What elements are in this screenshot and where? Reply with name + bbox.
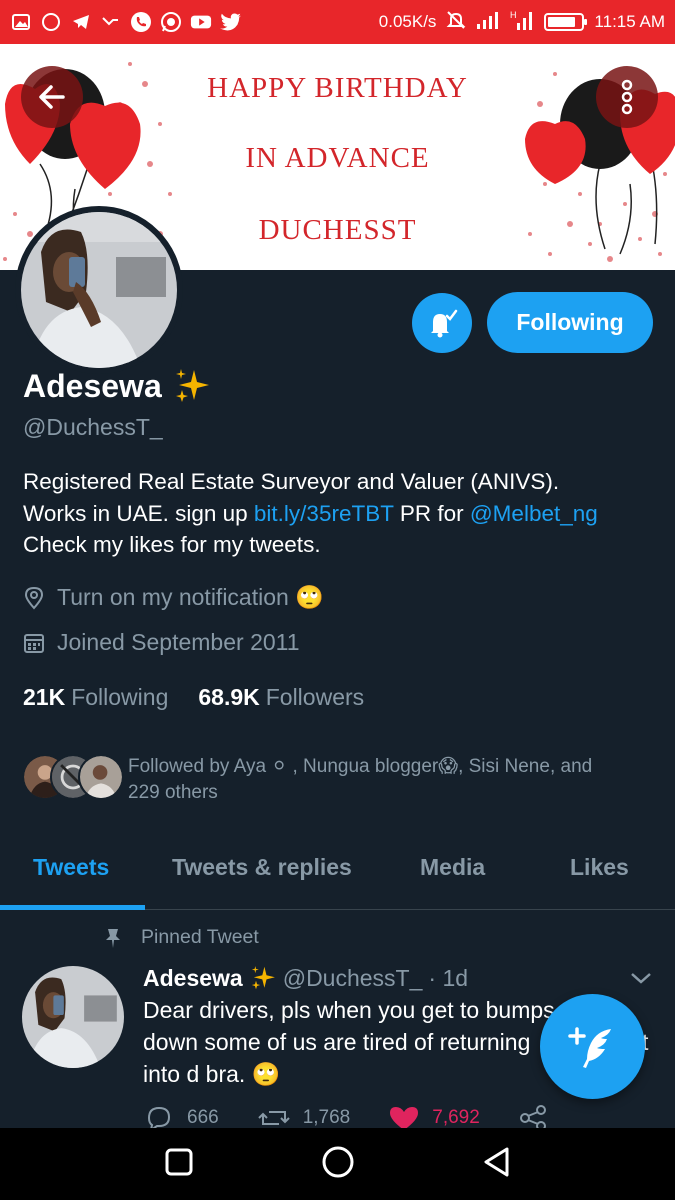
missed-call-icon [100,11,122,33]
tweet-author-avatar[interactable] [22,966,124,1068]
avatar-photo [21,212,177,368]
calendar-icon [24,633,44,653]
followers-count-link[interactable]: 68.9K Followers [198,684,364,711]
following-count: 21K [23,684,66,710]
tab-likes[interactable]: Likes [570,854,629,881]
circle-icon [322,1146,353,1177]
network-speed: 0.05K/s [378,12,437,31]
tweet-author-handle: @DuchessT_ [282,964,423,991]
retweet-count: 1,768 [302,1107,351,1128]
pinned-label: Pinned Tweet [103,926,259,949]
tab-media[interactable]: Media [420,854,485,881]
profile-tabs: Tweets Tweets & replies Media Likes [0,830,675,910]
signal-icon [476,10,500,35]
gallery-icon [10,11,32,33]
compose-tweet-button[interactable] [540,994,645,1099]
twitter-icon [220,11,242,33]
youtube-icon [190,11,212,33]
tweet-author-name[interactable]: Adesewa [143,965,243,992]
phone-icon [130,11,152,33]
tab-tweets-replies[interactable]: Tweets & replies [172,854,352,881]
recents-button[interactable] [164,1147,194,1182]
pin-icon [106,928,120,948]
followed-by-text: Followed by Aya ⚪ , Nungua blogger😱, Sis… [128,754,648,806]
reply-count: 666 [187,1107,219,1128]
tweet-header: Adesewa @DuchessT_ · 1d [143,964,468,992]
follow-counts: 21K Following 68.9K Followers [23,684,364,711]
profile-joined: Joined September 2011 [23,629,300,656]
notification-icons [10,11,242,33]
location-text: Turn on my notification 🙄 [57,584,324,610]
profile-handle: @DuchessT_ [23,414,163,440]
bio-text: PR for [393,500,470,526]
bio-line-3: Check my likes for my tweets. [23,532,321,557]
arrow-left-icon [39,85,65,109]
battery-icon [544,13,588,31]
avatar [78,754,124,800]
home-button[interactable] [321,1145,355,1184]
chat-icon [40,11,62,33]
bio-line-2: Works in UAE. sign up bit.ly/35reTBT PR … [23,498,663,530]
whatsapp-icon [160,11,182,33]
avatar-photo [22,966,124,1068]
clock: 11:15 AM [594,12,665,31]
back-button[interactable] [21,66,83,128]
square-icon [165,1148,192,1175]
display-name: Adesewa [23,367,162,404]
following-button[interactable]: Following [487,292,653,353]
status-bar: 0.05K/s H 11:15 AM [0,0,675,44]
followed-by-line-1: Followed by Aya ⚪ , Nungua blogger😱, Sis… [128,756,593,777]
following-count-link[interactable]: 21K Following [23,684,168,711]
more-options-button[interactable] [596,66,658,128]
svg-text:H: H [510,10,517,20]
telegram-icon [70,11,92,33]
profile-avatar[interactable] [15,206,183,374]
banner-line-1: HAPPY BIRTHDAY [207,72,468,104]
chevron-down-icon [631,973,651,984]
tab-tweets[interactable]: Tweets [33,854,109,881]
bell-check-icon [431,309,458,338]
more-vertical-icon [621,79,633,115]
location-pin-icon [24,586,44,610]
signal-h-icon: H [510,9,534,36]
bio-link[interactable]: bit.ly/35reTBT [254,501,394,526]
bio-mention[interactable]: @Melbet_ng [470,501,598,526]
tweet-time: · 1d [428,964,469,991]
notification-bell-button[interactable] [412,293,472,353]
sparkles-emoji [172,366,212,406]
like-count: 7,692 [432,1107,480,1128]
pinned-text: Pinned Tweet [141,926,259,948]
mute-icon [446,10,466,35]
followed-by-avatars [22,754,124,802]
sparkles-emoji [249,964,277,992]
triangle-back-icon [484,1147,508,1176]
compose-feather-icon [567,1026,611,1068]
profile-bio: Registered Real Estate Surveyor and Valu… [23,466,663,561]
bio-text: Works in UAE. sign up [23,500,254,526]
joined-text: Joined September 2011 [57,629,300,655]
followers-label: Followers [265,684,365,710]
tweet-menu-button[interactable] [628,968,654,993]
profile-name: Adesewa [23,366,212,406]
back-nav-button[interactable] [482,1146,512,1183]
followers-count: 68.9K [198,684,260,710]
active-tab-indicator [0,905,145,910]
system-navigation-bar [0,1128,675,1200]
tweet-line-2-text: down some of us are tired of returning [143,1029,531,1055]
followed-by-line-2: 229 others [128,782,218,803]
profile-location: Turn on my notification 🙄 [23,584,324,611]
followed-by[interactable]: Followed by Aya ⚪ , Nungua blogger😱, Sis… [22,754,648,806]
banner-line-2: IN ADVANCE [245,142,430,174]
following-label: Following [71,684,169,710]
bio-line-1: Registered Real Estate Surveyor and Valu… [23,469,560,494]
